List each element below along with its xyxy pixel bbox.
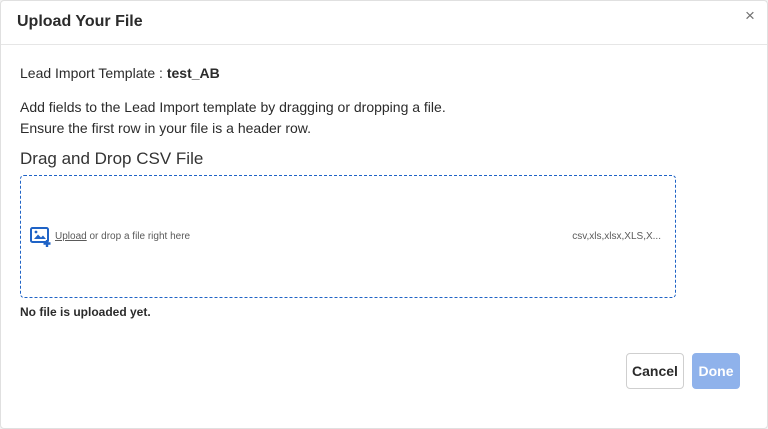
close-icon[interactable]: × <box>741 7 759 25</box>
cancel-button[interactable]: Cancel <box>626 353 684 389</box>
upload-suffix: or drop a file right here <box>86 231 191 242</box>
allowed-file-types: csv,xls,xlsx,XLS,X... <box>572 231 661 242</box>
file-dropzone[interactable]: Upload or drop a file right here csv,xls… <box>20 175 676 298</box>
upload-prompt: Upload or drop a file right here <box>55 231 190 242</box>
description-line-2: Ensure the first row in your file is a h… <box>20 120 312 136</box>
template-name: test_AB <box>166 65 220 81</box>
dropzone-title: Drag and Drop CSV File <box>20 149 204 168</box>
template-label: Lead Import Template : <box>20 65 167 81</box>
template-info: Lead Import Template : test_AB <box>20 65 220 81</box>
description-line-1: Add fields to the Lead Import template b… <box>20 99 446 115</box>
upload-file-modal: Upload Your File × Lead Import Template … <box>0 0 768 429</box>
modal-header: Upload Your File × <box>1 1 767 45</box>
modal-title: Upload Your File <box>17 13 143 30</box>
image-upload-icon[interactable] <box>30 226 54 248</box>
upload-link[interactable]: Upload <box>55 231 87 242</box>
done-button[interactable]: Done <box>692 353 740 389</box>
upload-status: No file is uploaded yet. <box>20 305 151 319</box>
description: Add fields to the Lead Import template b… <box>20 97 446 139</box>
